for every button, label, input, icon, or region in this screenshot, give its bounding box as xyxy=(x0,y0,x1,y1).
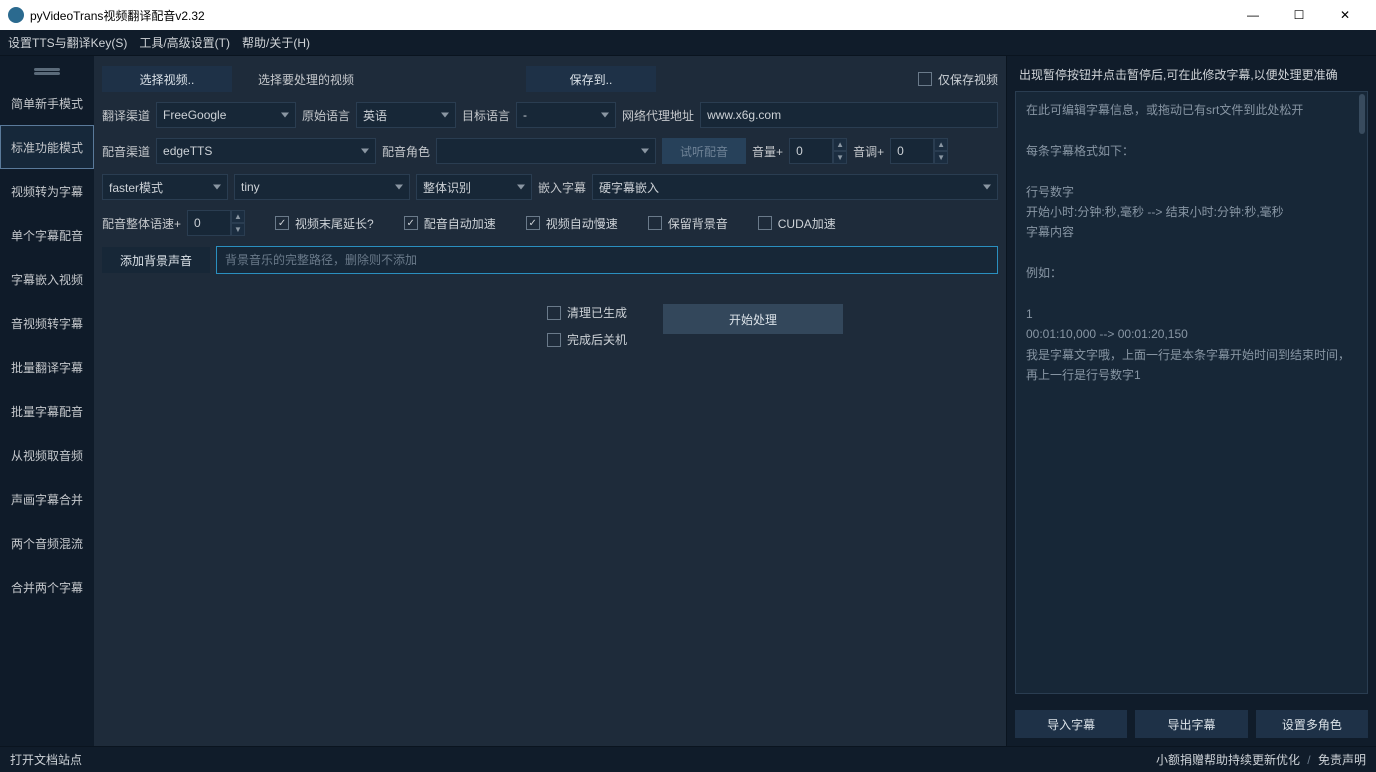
orig-lang-select[interactable]: 英语 xyxy=(356,102,456,128)
start-process-button[interactable]: 开始处理 xyxy=(663,304,843,334)
donate-link[interactable]: 小额捐赠帮助持续更新优化 xyxy=(1156,753,1300,767)
orig-lang-label: 原始语言 xyxy=(302,107,350,124)
pitch-spin[interactable]: 0 ▲▼ xyxy=(890,138,948,164)
spin-up-icon: ▲ xyxy=(231,210,245,223)
sidebar-item-simple[interactable]: 简单新手模式 xyxy=(0,81,94,125)
row-translate: 翻译渠道 FreeGoogle 原始语言 英语 目标语言 - 网络代理地址 xyxy=(102,102,998,128)
volume-label: 音量+ xyxy=(752,143,783,160)
sidebar-item-batchtrans[interactable]: 批量翻译字幕 xyxy=(0,345,94,389)
proxy-input[interactable] xyxy=(700,102,998,128)
window-controls: — ☐ ✕ xyxy=(1230,0,1368,30)
titlebar: pyVideoTrans视频翻译配音v2.32 — ☐ ✕ xyxy=(0,0,1376,30)
dub-role-label: 配音角色 xyxy=(382,143,430,160)
drag-handle-icon[interactable] xyxy=(34,68,60,71)
minimize-button[interactable]: — xyxy=(1230,0,1276,30)
dub-channel-select[interactable]: edgeTTS xyxy=(156,138,376,164)
select-video-hint: 选择要处理的视频 xyxy=(258,71,354,88)
dub-channel-label: 配音渠道 xyxy=(102,143,150,160)
speed-spin[interactable]: 0 ▲▼ xyxy=(187,210,245,236)
row-start: 清理已生成 完成后关机 开始处理 xyxy=(102,304,998,348)
translate-channel-select[interactable]: FreeGoogle xyxy=(156,102,296,128)
window-title: pyVideoTrans视频翻译配音v2.32 xyxy=(30,7,1230,24)
right-buttons: 导入字幕 导出字幕 设置多角色 xyxy=(1007,702,1376,746)
toprow: 选择视频.. 选择要处理的视频 保存到.. 仅保存视频 xyxy=(102,66,998,92)
spin-up-icon: ▲ xyxy=(934,138,948,151)
set-roles-button[interactable]: 设置多角色 xyxy=(1256,710,1368,738)
checkbox-icon xyxy=(275,216,289,230)
recognize-select[interactable]: 整体识别 xyxy=(416,174,532,200)
sidebar-item-av2sub[interactable]: 音视频转字幕 xyxy=(0,301,94,345)
shutdown-checkbox[interactable]: 完成后关机 xyxy=(547,331,627,348)
app-logo-icon xyxy=(8,7,24,23)
checkbox-icon xyxy=(547,333,561,347)
clean-checkbox[interactable]: 清理已生成 xyxy=(547,304,627,321)
row-dub: 配音渠道 edgeTTS 配音角色 试听配音 音量+ 0 ▲▼ 音调+ 0 ▲▼ xyxy=(102,138,998,164)
sidebar-item-mixaudio[interactable]: 两个音频混流 xyxy=(0,521,94,565)
right-hint: 出现暂停按钮并点击暂停后,可在此修改字幕,以便处理更准确 xyxy=(1007,56,1376,91)
spin-up-icon: ▲ xyxy=(833,138,847,151)
video-end-extend-checkbox[interactable]: 视频末尾延长? xyxy=(275,215,374,232)
checkbox-label: 仅保存视频 xyxy=(938,71,998,88)
close-button[interactable]: ✕ xyxy=(1322,0,1368,30)
maximize-button[interactable]: ☐ xyxy=(1276,0,1322,30)
spin-down-icon: ▼ xyxy=(231,223,245,236)
subtitle-editor[interactable]: 在此可编辑字幕信息，或拖动已有srt文件到此处松开 每条字幕格式如下： 行号数字… xyxy=(1015,91,1368,694)
bg-path-input[interactable] xyxy=(216,246,998,274)
dub-role-select[interactable] xyxy=(436,138,656,164)
menu-tools[interactable]: 工具/高级设置(T) xyxy=(139,34,230,51)
row-bgm: 添加背景声音 xyxy=(102,246,998,274)
right-panel: 出现暂停按钮并点击暂停后,可在此修改字幕,以便处理更准确 在此可编辑字幕信息，或… xyxy=(1006,56,1376,746)
model-select[interactable]: tiny xyxy=(234,174,410,200)
sidebar-item-mergesub[interactable]: 合并两个字幕 xyxy=(0,565,94,609)
proxy-label: 网络代理地址 xyxy=(622,107,694,124)
spin-down-icon: ▼ xyxy=(833,151,847,164)
content-area: 简单新手模式 标准功能模式 视频转为字幕 单个字幕配音 字幕嵌入视频 音视频转字… xyxy=(0,56,1376,746)
sidebar-item-standard[interactable]: 标准功能模式 xyxy=(0,125,94,169)
row-options: 配音整体语速+ 0 ▲▼ 视频末尾延长? 配音自动加速 视频自动慢速 保留背景音… xyxy=(102,210,998,236)
open-docs-link[interactable]: 打开文档站点 xyxy=(10,751,82,768)
pitch-label: 音调+ xyxy=(853,143,884,160)
checkbox-icon xyxy=(547,306,561,320)
dub-auto-speed-checkbox[interactable]: 配音自动加速 xyxy=(404,215,496,232)
cuda-checkbox[interactable]: CUDA加速 xyxy=(758,215,836,232)
sidebar-item-subembed[interactable]: 字幕嵌入视频 xyxy=(0,257,94,301)
sidebar-item-singledub[interactable]: 单个字幕配音 xyxy=(0,213,94,257)
menu-help[interactable]: 帮助/关于(H) xyxy=(242,34,310,51)
add-bg-button[interactable]: 添加背景声音 xyxy=(102,247,210,273)
only-save-video-checkbox[interactable]: 仅保存视频 xyxy=(918,71,998,88)
target-lang-select[interactable]: - xyxy=(516,102,616,128)
embed-label: 嵌入字幕 xyxy=(538,179,586,196)
sidebar-item-batchdub[interactable]: 批量字幕配音 xyxy=(0,389,94,433)
checkbox-icon xyxy=(758,216,772,230)
target-lang-label: 目标语言 xyxy=(462,107,510,124)
disclaimer-link[interactable]: 免责声明 xyxy=(1318,753,1366,767)
translate-channel-label: 翻译渠道 xyxy=(102,107,150,124)
checkbox-icon xyxy=(648,216,662,230)
export-sub-button[interactable]: 导出字幕 xyxy=(1135,710,1247,738)
embed-select[interactable]: 硬字幕嵌入 xyxy=(592,174,998,200)
statusbar-right: 小额捐赠帮助持续更新优化 / 免责声明 xyxy=(1156,751,1366,768)
import-sub-button[interactable]: 导入字幕 xyxy=(1015,710,1127,738)
video-auto-slow-checkbox[interactable]: 视频自动慢速 xyxy=(526,215,618,232)
row-model: faster模式 tiny 整体识别 嵌入字幕 硬字幕嵌入 xyxy=(102,174,998,200)
checkbox-icon xyxy=(918,72,932,86)
sidebar-item-video2sub[interactable]: 视频转为字幕 xyxy=(0,169,94,213)
sidebar-item-extractaudio[interactable]: 从视频取音频 xyxy=(0,433,94,477)
keep-bg-checkbox[interactable]: 保留背景音 xyxy=(648,215,728,232)
menu-settings[interactable]: 设置TTS与翻译Key(S) xyxy=(8,34,127,51)
preview-dub-button[interactable]: 试听配音 xyxy=(662,138,746,164)
sidebar: 简单新手模式 标准功能模式 视频转为字幕 单个字幕配音 字幕嵌入视频 音视频转字… xyxy=(0,56,94,746)
main-panel: 选择视频.. 选择要处理的视频 保存到.. 仅保存视频 翻译渠道 FreeGoo… xyxy=(94,56,1006,746)
mode-select[interactable]: faster模式 xyxy=(102,174,228,200)
checkbox-icon xyxy=(526,216,540,230)
checkbox-icon xyxy=(404,216,418,230)
volume-spin[interactable]: 0 ▲▼ xyxy=(789,138,847,164)
speed-label: 配音整体语速+ xyxy=(102,215,181,232)
menubar: 设置TTS与翻译Key(S) 工具/高级设置(T) 帮助/关于(H) xyxy=(0,30,1376,56)
spin-down-icon: ▼ xyxy=(934,151,948,164)
statusbar: 打开文档站点 小额捐赠帮助持续更新优化 / 免责声明 xyxy=(0,746,1376,772)
save-to-button[interactable]: 保存到.. xyxy=(526,66,656,92)
sidebar-item-avsubmerge[interactable]: 声画字幕合并 xyxy=(0,477,94,521)
select-video-button[interactable]: 选择视频.. xyxy=(102,66,232,92)
